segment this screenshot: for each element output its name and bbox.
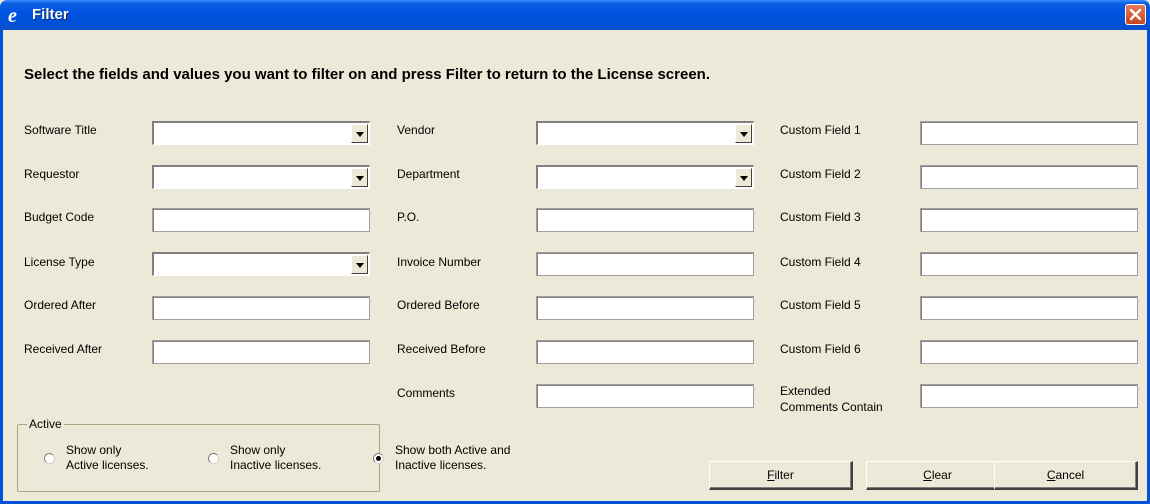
custom-field-2-input[interactable]	[920, 165, 1138, 189]
custom-field-6-input[interactable]	[920, 340, 1138, 364]
received-before-label: Received Before	[397, 342, 486, 356]
requestor-combo[interactable]	[152, 165, 370, 189]
radio-active-only-label-line1[interactable]: Show only	[66, 443, 121, 457]
software-title-label: Software Title	[24, 123, 97, 137]
po-label: P.O.	[397, 210, 420, 224]
custom-field-5-label: Custom Field 5	[780, 298, 861, 312]
department-combo[interactable]	[536, 165, 754, 189]
clear-button-mnemonic: C	[923, 468, 932, 482]
department-label: Department	[397, 167, 460, 181]
po-field[interactable]	[536, 208, 754, 232]
radio-both-label-line1[interactable]: Show both Active and	[395, 443, 510, 457]
instruction-text: Select the fields and values you want to…	[24, 66, 710, 83]
budget-code-field[interactable]	[152, 208, 370, 232]
clear-button[interactable]: Clear	[866, 461, 1010, 490]
radio-inactive-only-label-line1[interactable]: Show only	[230, 443, 285, 457]
filter-button-label: ilter	[774, 468, 794, 482]
comments-field[interactable]	[536, 384, 754, 408]
extended-comments-field[interactable]	[920, 384, 1138, 408]
ordered-after-field[interactable]	[152, 296, 370, 320]
custom-field-5-input[interactable]	[920, 296, 1138, 320]
chevron-down-icon[interactable]	[351, 124, 368, 143]
title-bar: e Filter	[0, 0, 1150, 30]
software-title-combo[interactable]	[152, 121, 370, 145]
license-type-label: License Type	[24, 255, 95, 269]
window-title: Filter	[32, 6, 69, 23]
vendor-combo[interactable]	[536, 121, 754, 145]
radio-both[interactable]	[373, 453, 384, 464]
close-button[interactable]	[1125, 4, 1146, 25]
radio-inactive-only[interactable]	[208, 453, 219, 464]
cancel-button[interactable]: Cancel	[994, 461, 1138, 490]
ordered-before-label: Ordered Before	[397, 298, 480, 312]
chevron-down-icon[interactable]	[735, 124, 752, 143]
custom-field-6-label: Custom Field 6	[780, 342, 861, 356]
custom-field-4-label: Custom Field 4	[780, 255, 861, 269]
requestor-label: Requestor	[24, 167, 80, 181]
received-after-label: Received After	[24, 342, 103, 356]
custom-field-2-label: Custom Field 2	[780, 167, 861, 181]
custom-field-1-input[interactable]	[920, 121, 1138, 145]
radio-active-only[interactable]	[44, 453, 55, 464]
custom-field-4-input[interactable]	[920, 252, 1138, 276]
received-after-field[interactable]	[152, 340, 370, 364]
ordered-before-field[interactable]	[536, 296, 754, 320]
radio-inactive-only-label-line2[interactable]: Inactive licenses.	[230, 458, 321, 472]
filter-button[interactable]: Filter	[709, 461, 853, 490]
custom-field-3-label: Custom Field 3	[780, 210, 861, 224]
svg-text:e: e	[8, 5, 17, 26]
close-icon	[1129, 8, 1142, 21]
radio-active-only-label-line2[interactable]: Active licenses.	[66, 458, 149, 472]
extended-comments-label-line1: Extended	[780, 384, 831, 398]
received-before-field[interactable]	[536, 340, 754, 364]
vendor-label: Vendor	[397, 123, 436, 137]
license-type-combo[interactable]	[152, 252, 370, 276]
radio-both-label-line2[interactable]: Inactive licenses.	[395, 458, 486, 472]
chevron-down-icon[interactable]	[351, 168, 368, 187]
custom-field-3-input[interactable]	[920, 208, 1138, 232]
clear-button-label: lear	[931, 468, 952, 482]
active-group-title: Active	[27, 417, 64, 431]
filter-button-mnemonic: F	[767, 468, 775, 482]
cancel-button-label: ancel	[1055, 468, 1085, 482]
invoice-number-field[interactable]	[536, 252, 754, 276]
extended-comments-label-line2: Comments Contain	[780, 400, 883, 414]
chevron-down-icon[interactable]	[351, 255, 368, 274]
app-e-icon: e	[6, 4, 28, 27]
budget-code-label: Budget Code	[24, 210, 95, 224]
invoice-number-label: Invoice Number	[397, 255, 482, 269]
custom-field-1-label: Custom Field 1	[780, 123, 861, 137]
comments-label: Comments	[397, 386, 456, 400]
ordered-after-label: Ordered After	[24, 298, 97, 312]
chevron-down-icon[interactable]	[735, 168, 752, 187]
